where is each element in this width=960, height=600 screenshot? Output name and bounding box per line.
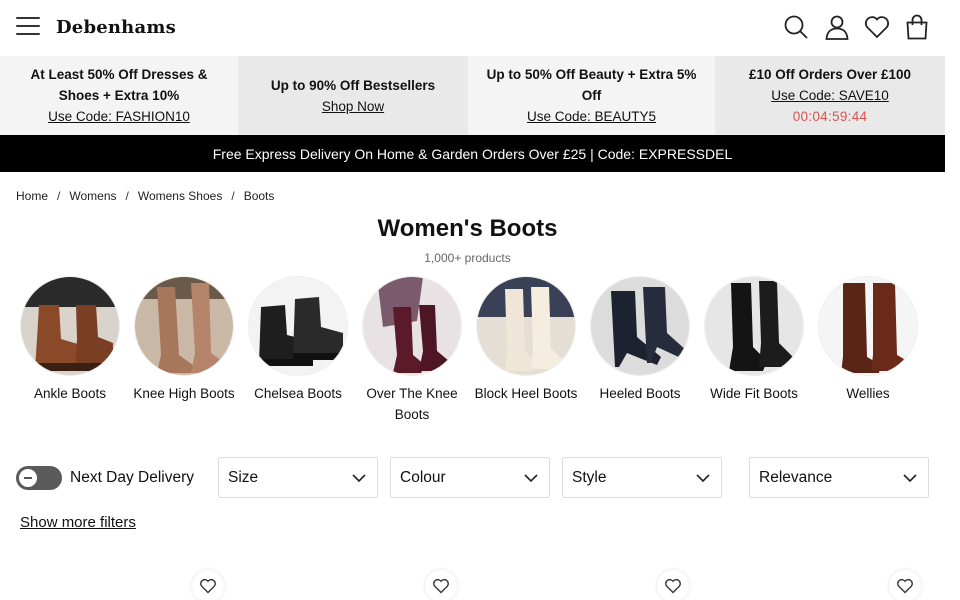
show-more-filters-link[interactable]: Show more filters — [20, 514, 136, 531]
menu-icon[interactable] — [16, 17, 40, 37]
toggle-label: Next Day Delivery — [70, 469, 195, 486]
delivery-banner[interactable]: Free Express Delivery On Home & Garden O… — [0, 135, 945, 172]
category-label: Wellies — [846, 386, 890, 401]
wishlist-button[interactable] — [889, 570, 921, 600]
promo-title: At Least 50% Off Dresses & Shoes + Extra… — [30, 67, 208, 103]
category-wide-fit-boots[interactable]: Wide Fit Boots — [697, 276, 811, 425]
category-image — [818, 276, 918, 376]
breadcrumb-separator: / — [57, 189, 61, 203]
promo-tile[interactable]: Up to 50% Off Beauty + Extra 5% Off Use … — [468, 56, 715, 135]
bag-icon[interactable] — [904, 14, 930, 40]
colour-filter-label: Colour — [400, 468, 446, 486]
category-label: Chelsea Boots — [254, 386, 342, 401]
category-over-the-knee-boots[interactable]: Over The Knee Boots — [355, 276, 469, 425]
category-ankle-boots[interactable]: Ankle Boots — [13, 276, 127, 425]
category-heeled-boots[interactable]: Heeled Boots — [583, 276, 697, 425]
category-label: Block Heel Boots — [474, 386, 578, 401]
heart-icon — [200, 578, 216, 594]
promo-link[interactable]: Use Code: SAVE10 — [771, 85, 889, 106]
wishlist-button[interactable] — [657, 570, 689, 600]
promo-title: Up to 50% Off Beauty + Extra 5% Off — [486, 67, 697, 103]
promo-title: Up to 90% Off Bestsellers — [270, 77, 436, 93]
breadcrumb-womens-shoes[interactable]: Womens Shoes — [138, 189, 223, 203]
promo-tile[interactable]: Up to 90% Off Bestsellers Shop Now — [238, 56, 468, 135]
style-filter-label: Style — [572, 468, 607, 486]
category-image — [362, 276, 462, 376]
breadcrumb-separator: / — [231, 189, 235, 203]
heart-icon — [897, 578, 913, 594]
breadcrumb-home[interactable]: Home — [16, 189, 48, 203]
promo-link[interactable]: Shop Now — [322, 96, 384, 117]
category-carousel: Ankle Boots Knee High Boots Chelsea Boot… — [13, 276, 925, 425]
promo-link[interactable]: Use Code: BEAUTY5 — [527, 106, 656, 127]
promo-strip: At Least 50% Off Dresses & Shoes + Extra… — [0, 56, 945, 135]
category-image — [590, 276, 690, 376]
breadcrumb-boots[interactable]: Boots — [244, 189, 275, 203]
category-wellies[interactable]: Wellies — [811, 276, 925, 425]
toggle-knob — [19, 469, 37, 487]
size-filter-label: Size — [228, 468, 259, 486]
chevron-down-icon — [352, 473, 366, 482]
style-filter[interactable]: Style — [562, 457, 722, 498]
logo[interactable]: Debenhams — [56, 17, 176, 38]
category-image — [20, 276, 120, 376]
sort-select[interactable]: Relevance — [749, 457, 929, 498]
wishlist-button[interactable] — [192, 570, 224, 600]
category-image — [248, 276, 348, 376]
category-chelsea-boots[interactable]: Chelsea Boots — [241, 276, 355, 425]
search-icon[interactable] — [783, 14, 809, 40]
site-header: Debenhams — [0, 0, 960, 56]
breadcrumb: Home / Womens / Womens Shoes / Boots — [16, 189, 274, 203]
chevron-down-icon — [696, 473, 710, 482]
size-filter[interactable]: Size — [218, 457, 378, 498]
category-label: Heeled Boots — [599, 386, 681, 401]
category-label: Wide Fit Boots — [710, 386, 798, 401]
countdown-timer: 00:04:59:44 — [792, 109, 868, 124]
account-icon[interactable] — [824, 14, 850, 40]
sort-select-label: Relevance — [759, 468, 833, 486]
category-image — [476, 276, 576, 376]
heart-icon — [433, 578, 449, 594]
heart-icon — [665, 578, 681, 594]
promo-link[interactable]: Use Code: FASHION10 — [48, 106, 190, 127]
category-label: Knee High Boots — [133, 386, 235, 401]
chevron-down-icon — [903, 473, 917, 482]
category-block-heel-boots[interactable]: Block Heel Boots — [469, 276, 583, 425]
category-image — [134, 276, 234, 376]
breadcrumb-separator: / — [125, 189, 129, 203]
product-count: 1,000+ products — [424, 251, 511, 265]
promo-tile[interactable]: £10 Off Orders Over £100 Use Code: SAVE1… — [715, 56, 945, 135]
category-label: Ankle Boots — [33, 386, 107, 401]
colour-filter[interactable]: Colour — [390, 457, 550, 498]
promo-title: £10 Off Orders Over £100 — [748, 67, 912, 82]
category-knee-high-boots[interactable]: Knee High Boots — [127, 276, 241, 425]
breadcrumb-womens[interactable]: Womens — [69, 189, 116, 203]
category-image — [704, 276, 804, 376]
wishlist-button[interactable] — [425, 570, 457, 600]
toggle-switch[interactable] — [16, 466, 62, 490]
wishlist-icon[interactable] — [864, 14, 890, 40]
category-label: Over The Knee Boots — [366, 386, 458, 422]
page-title: Women's Boots — [377, 215, 558, 242]
promo-tile[interactable]: At Least 50% Off Dresses & Shoes + Extra… — [0, 56, 238, 135]
next-day-delivery-toggle[interactable]: Next Day Delivery — [16, 466, 194, 490]
chevron-down-icon — [524, 473, 538, 482]
